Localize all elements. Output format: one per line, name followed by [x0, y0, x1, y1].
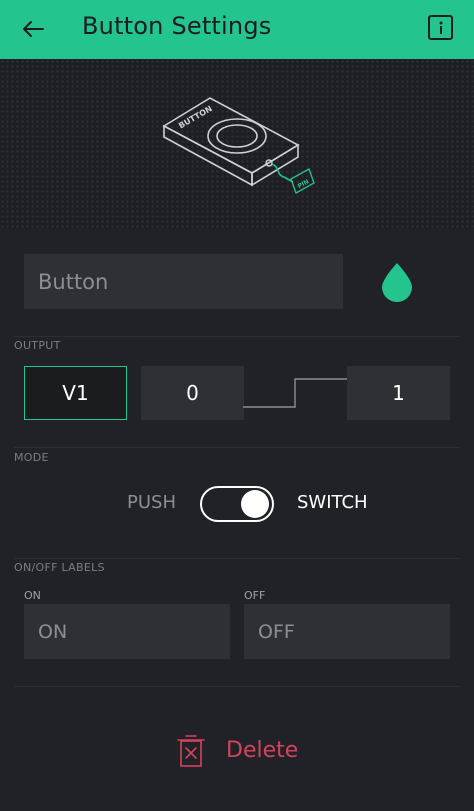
delete-button[interactable]: Delete — [176, 728, 316, 772]
button-device-illustration: BUTTON PIN — [162, 97, 315, 194]
on-caption: ON — [24, 589, 41, 602]
off-label-input[interactable]: OFF — [244, 604, 450, 659]
trash-icon — [177, 735, 205, 767]
mode-toggle[interactable] — [200, 486, 274, 522]
on-label-input[interactable]: ON — [24, 604, 230, 659]
arrow-left-icon — [23, 21, 44, 37]
mode-section-label: MODE — [14, 451, 49, 464]
widget-name-placeholder: Button — [38, 269, 109, 294]
back-button[interactable] — [14, 10, 52, 48]
output-section-label: OUTPUT — [14, 339, 61, 352]
divider — [14, 447, 460, 448]
divider — [14, 686, 460, 687]
info-icon — [439, 21, 442, 34]
widget-name-input[interactable]: Button — [24, 254, 343, 309]
off-caption: OFF — [244, 589, 266, 602]
droplet-icon — [382, 263, 412, 302]
mode-switch-label[interactable]: SWITCH — [297, 492, 368, 513]
toggle-knob — [241, 490, 269, 518]
on-label-placeholder: ON — [38, 620, 68, 643]
delete-label: Delete — [226, 737, 299, 763]
mode-push-label[interactable]: PUSH — [127, 492, 176, 513]
divider — [14, 336, 460, 337]
off-label-placeholder: OFF — [258, 620, 295, 643]
info-button[interactable] — [428, 15, 453, 40]
output-low-value[interactable]: 0 — [141, 366, 244, 420]
onoff-section-label: ON/OFF LABELS — [14, 561, 105, 574]
output-high-value[interactable]: 1 — [347, 366, 450, 420]
pin-selector[interactable]: V1 — [24, 366, 127, 420]
mode-row: PUSH SWITCH — [0, 486, 474, 522]
device-label: BUTTON — [177, 104, 214, 130]
widget-preview: BUTTON PIN — [0, 59, 474, 229]
page-title: Button Settings — [82, 12, 272, 40]
color-picker-button[interactable] — [380, 262, 414, 306]
app-bar: Button Settings — [0, 0, 474, 59]
output-signal-icon — [243, 378, 347, 408]
divider — [14, 558, 460, 559]
